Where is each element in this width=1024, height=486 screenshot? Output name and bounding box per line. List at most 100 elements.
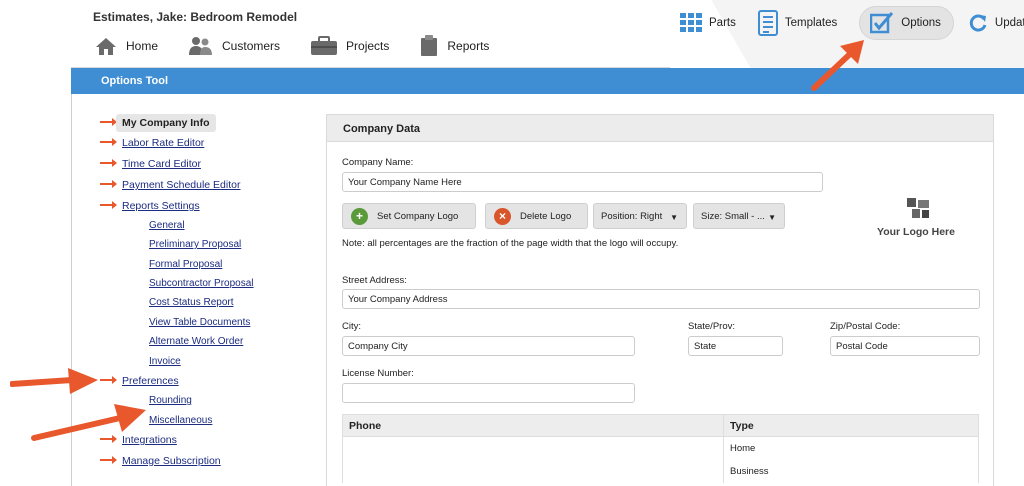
state-label: State/Prov:: [688, 321, 735, 332]
sidebar-subitem-view-table-documents[interactable]: View Table Documents: [149, 317, 250, 328]
templates-label: Templates: [784, 17, 838, 29]
logo-placeholder-text: Your Logo Here: [877, 226, 955, 238]
annotation-arrow-preferences: [10, 368, 98, 394]
sidebar-subitem-formal-proposal[interactable]: Formal Proposal: [149, 259, 222, 270]
sidebar-item-my-company-info[interactable]: My Company Info: [100, 114, 216, 132]
options-tool-bar: Options Tool: [71, 68, 1024, 94]
city-input[interactable]: Company City: [342, 336, 635, 356]
nav-projects[interactable]: Projects: [310, 36, 389, 56]
sidebar-link-reports-settings[interactable]: Reports Settings: [122, 200, 200, 212]
nav-reports-label: Reports: [447, 39, 490, 53]
table-row[interactable]: Home: [342, 436, 979, 460]
arrow-right-icon: [100, 137, 122, 150]
sidebar-link-preferences[interactable]: Preferences: [122, 375, 179, 387]
phone-column-header: Phone: [342, 414, 724, 437]
nav-reports[interactable]: Reports: [419, 35, 489, 57]
sidebar-subitem-general[interactable]: General: [149, 220, 185, 231]
sidebar-item-manage-subscription[interactable]: Manage Subscription: [100, 452, 221, 470]
customers-icon: [189, 37, 213, 55]
phone-cell[interactable]: [342, 459, 724, 483]
document-list-icon: [757, 10, 778, 36]
home-icon: [96, 38, 116, 55]
arrow-right-icon: [100, 455, 122, 468]
checkbox-icon: [870, 12, 894, 34]
sidebar-item-preferences[interactable]: Preferences: [100, 372, 179, 390]
sidebar-subitem-cost-status-report[interactable]: Cost Status Report: [149, 297, 233, 308]
sidebar-link-payment-schedule-editor[interactable]: Payment Schedule Editor: [122, 179, 240, 191]
arrow-right-icon: [100, 179, 122, 192]
phone-cell[interactable]: [342, 436, 724, 460]
clipboard-icon: [421, 35, 438, 56]
company-name-input[interactable]: Your Company Name Here: [342, 172, 823, 192]
street-address-label: Street Address:: [342, 275, 407, 286]
refresh-icon: [969, 14, 987, 32]
type-cell-home[interactable]: Home: [723, 436, 979, 460]
sidebar-item-time-card-editor[interactable]: Time Card Editor: [100, 155, 201, 173]
parts-button[interactable]: Parts: [680, 13, 736, 33]
sidebar-subitem-miscellaneous[interactable]: Miscellaneous: [149, 415, 212, 426]
sidebar-subitem-subcontractor-proposal[interactable]: Subcontractor Proposal: [149, 278, 254, 289]
nav-customers[interactable]: Customers: [188, 36, 280, 56]
update-label: Update: [994, 17, 1024, 29]
caret-down-icon: ▼: [768, 213, 776, 222]
logo-placeholder-icon: [907, 198, 929, 218]
license-number-label: License Number:: [342, 368, 414, 379]
annotation-arrow-options: [811, 40, 864, 91]
zip-input[interactable]: Postal Code: [830, 336, 980, 356]
sidebar-link-manage-subscription[interactable]: Manage Subscription: [122, 455, 221, 467]
grid-icon: [680, 13, 702, 32]
arrow-right-icon: [100, 200, 122, 213]
panel-header: Company Data: [327, 115, 993, 142]
type-column-header: Type: [723, 414, 979, 437]
delete-logo-label: Delete Logo: [520, 210, 572, 222]
options-button[interactable]: Options: [859, 6, 954, 40]
options-tool-title: Options Tool: [101, 75, 169, 87]
briefcase-icon: [311, 36, 338, 55]
arrow-right-icon: [100, 375, 122, 388]
sidebar-subitem-rounding[interactable]: Rounding: [149, 395, 192, 406]
sidebar-subitem-alternate-work-order[interactable]: Alternate Work Order: [149, 336, 243, 347]
logo-note: Note: all percentages are the fraction o…: [342, 238, 679, 249]
position-select-value: Position: Right: [601, 210, 663, 222]
sidebar-link-time-card-editor[interactable]: Time Card Editor: [122, 158, 201, 170]
sidebar-link-my-company-info[interactable]: My Company Info: [116, 114, 216, 132]
sidebar-item-labor-rate-editor[interactable]: Labor Rate Editor: [100, 134, 204, 152]
parts-label: Parts: [709, 17, 736, 29]
city-label: City:: [342, 321, 361, 332]
nav-customers-label: Customers: [222, 39, 281, 53]
delete-logo-button[interactable]: × Delete Logo: [485, 203, 588, 229]
company-name-label: Company Name:: [342, 157, 414, 168]
nav-home[interactable]: Home: [94, 36, 158, 56]
templates-button[interactable]: Templates: [757, 10, 838, 36]
size-select[interactable]: Size: Small - ... ▼: [693, 203, 785, 229]
logo-placeholder: Your Logo Here: [874, 196, 958, 238]
type-cell-business[interactable]: Business: [723, 459, 979, 483]
state-input[interactable]: State: [688, 336, 783, 356]
update-button[interactable]: Update: [968, 13, 1024, 33]
close-icon: ×: [494, 207, 511, 225]
zip-label: Zip/Postal Code:: [830, 321, 901, 332]
position-select[interactable]: Position: Right ▼: [593, 203, 687, 229]
project-title: Estimates, Jake: Bedroom Remodel: [93, 10, 298, 24]
set-company-logo-button[interactable]: + Set Company Logo: [342, 203, 476, 229]
plus-icon: +: [351, 207, 368, 225]
license-number-input[interactable]: [342, 383, 635, 403]
phone-table: Phone Type Home Business: [342, 414, 979, 483]
sidebar-item-payment-schedule-editor[interactable]: Payment Schedule Editor: [100, 176, 240, 194]
caret-down-icon: ▼: [670, 213, 678, 222]
table-row[interactable]: Business: [342, 459, 979, 483]
sidebar-subitem-invoice[interactable]: Invoice: [149, 356, 181, 367]
annotation-arrow-miscellaneous: [31, 404, 146, 441]
arrow-right-icon: [100, 158, 122, 171]
sidebar-link-labor-rate-editor[interactable]: Labor Rate Editor: [122, 137, 204, 149]
toolbar: Parts Templates Options Update: [680, 5, 1024, 41]
panel-title: Company Data: [343, 123, 421, 135]
options-label: Options: [901, 17, 941, 29]
nav-projects-label: Projects: [346, 39, 390, 53]
set-company-logo-label: Set Company Logo: [377, 210, 459, 222]
sidebar-subitem-preliminary-proposal[interactable]: Preliminary Proposal: [149, 239, 241, 250]
main-nav: Home Customers Projects Reports: [94, 33, 519, 59]
sidebar-item-reports-settings[interactable]: Reports Settings: [100, 197, 200, 215]
size-select-value: Size: Small - ...: [701, 210, 765, 222]
street-address-input[interactable]: Your Company Address: [342, 289, 980, 309]
